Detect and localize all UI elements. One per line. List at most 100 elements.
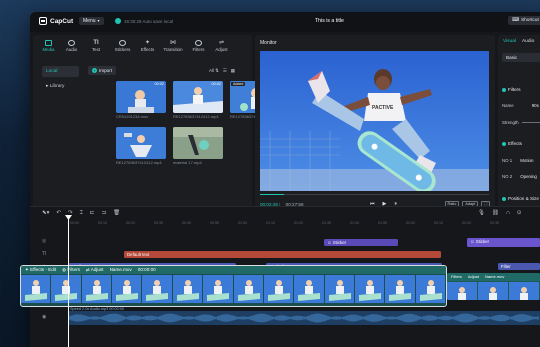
magnet-icon[interactable]: ∩ [506, 210, 510, 216]
clip-frame [21, 275, 51, 303]
media-thumb[interactable] [173, 127, 223, 159]
filters-icon [195, 40, 202, 46]
text-track-icon[interactable]: TI [42, 251, 46, 264]
tab-media[interactable]: Media [37, 40, 60, 52]
tab-label: Audio [65, 47, 78, 52]
ruler-tick: 02:10 [434, 221, 443, 225]
toggle-icon [502, 141, 506, 146]
clip-frame [112, 275, 142, 303]
ruler-tick: 02:30 [490, 221, 499, 225]
tab-visual[interactable]: Visual [503, 39, 516, 44]
tab-label: Media [42, 47, 55, 52]
media-filename: material 17.mp4 [173, 160, 202, 165]
menu-button[interactable]: Menu ▾ [79, 17, 104, 25]
media-thumb[interactable]: 00:02 [173, 81, 223, 113]
media-filename: RE12783637412412.mp4 [116, 160, 162, 165]
delete-icon[interactable]: 🗑 [113, 210, 120, 217]
effect-label: NO 1 [502, 158, 513, 163]
import-button[interactable]: + Import [88, 66, 117, 75]
tab-adjust[interactable]: ⇌ Adjust [210, 40, 233, 52]
media-thumb[interactable] [116, 127, 166, 159]
filters-section[interactable]: Filters [502, 87, 521, 92]
microphone-icon[interactable]: 🎙 [478, 210, 485, 216]
header-text: Filters [451, 274, 462, 279]
clip-frame [354, 275, 385, 303]
strength-label: Strength [502, 120, 519, 125]
main-video-clip[interactable]: ✦ Effects - Edit ◍ Filters ⇌ Adjust Name… [20, 265, 447, 307]
secondary-video-clip[interactable]: Filters Adjust Name.mov [447, 273, 540, 300]
header-text: Effects - Edit [30, 267, 57, 272]
link-icon[interactable]: ⛓ [492, 210, 499, 216]
shortcut-button[interactable]: ⌨ Shortcut [508, 16, 540, 25]
tab-effects[interactable]: ✦ Effects [136, 40, 159, 52]
effects-section-label: Effects [508, 141, 522, 146]
effect-value: Opening [520, 174, 537, 179]
chevron-down-icon: ▾ [97, 18, 100, 23]
strength-slider[interactable] [521, 122, 540, 124]
preview-scrubber[interactable] [260, 193, 489, 196]
effect-row[interactable]: NO 1 Motion [502, 158, 533, 163]
project-title[interactable]: This is a title [315, 18, 344, 24]
audio-waveform[interactable] [68, 311, 540, 325]
tab-transition[interactable]: ⋈ Transition [159, 40, 187, 52]
delete-right-icon[interactable]: ⊐ [102, 210, 107, 217]
tab-label: Filters [192, 47, 205, 52]
header-text: Name.mov [485, 274, 505, 279]
tab-audio-inspector[interactable]: Audio [522, 39, 534, 44]
video-preview[interactable]: PACTIVE [260, 51, 489, 191]
clip-label: Sticker [332, 240, 347, 245]
ruler-tick: 01:20 [294, 221, 303, 225]
delete-left-icon[interactable]: ⊏ [90, 210, 95, 217]
playhead[interactable] [68, 218, 69, 347]
clip-frame [142, 275, 172, 303]
name-label: Name [502, 103, 514, 108]
sticker-track-icon[interactable]: ◎ [42, 238, 46, 251]
split-icon[interactable]: ⌶ [80, 210, 83, 217]
preview-frame: PACTIVE [260, 51, 489, 191]
tab-audio[interactable]: Audio [60, 40, 83, 52]
ruler-tick: 00:10 [98, 221, 107, 225]
tab-stickers[interactable]: Stickers [109, 40, 136, 52]
clip-frame [294, 275, 324, 303]
text-clip[interactable]: Default text [124, 251, 441, 258]
grid-view-icon[interactable]: ▦ [231, 68, 235, 74]
app-name: CapCut [50, 17, 74, 25]
clip-frame [447, 282, 477, 300]
adjust-icon: ⇌ [218, 40, 225, 46]
header-text: Adjust [90, 267, 104, 272]
ruler-tick: 02:20 [462, 221, 471, 225]
name-row: Name 90s [502, 103, 539, 108]
media-filename: CR51201234.mov [116, 114, 149, 119]
position-size-section[interactable]: Position & Size [502, 196, 539, 201]
sticker-clip[interactable]: ☺ Sticker [467, 238, 540, 247]
monitor-title: Monitor [260, 40, 277, 46]
waveform-path [68, 313, 539, 323]
timeline-ruler[interactable]: 00:00 00:10 00:20 00:30 00:40 00:50 01:0… [70, 221, 540, 227]
effect-row[interactable]: NO 2 Opening [502, 174, 537, 179]
media-thumb[interactable]: 00:02 [116, 81, 166, 113]
nav-local[interactable]: Local [42, 66, 79, 77]
list-view-icon[interactable]: ☰ [223, 68, 227, 74]
zoom-icon[interactable]: ⊙ [517, 210, 522, 216]
select-tool-icon[interactable]: ⬉▾ [42, 210, 49, 217]
sticker-clip[interactable]: ☺ Sticker [324, 239, 398, 246]
ruler-tick: 00:50 [210, 221, 219, 225]
header-text: Adjust [467, 274, 480, 279]
tab-filters[interactable]: Filters [187, 40, 210, 52]
basic-button[interactable]: Basic [502, 53, 540, 62]
filter-all[interactable]: All ⇅ [209, 68, 219, 74]
name-value[interactable]: 90s [532, 103, 539, 108]
effect-value: Motion [520, 158, 534, 163]
tab-text[interactable]: TI Text [83, 40, 109, 52]
clip-name: Name.mov [109, 267, 132, 272]
nav-library[interactable]: ▸ Library [42, 81, 79, 92]
toggle-icon [502, 87, 506, 92]
undo-icon[interactable]: ↶ [56, 210, 61, 217]
clip-label: Sticker [475, 239, 490, 244]
clip-label: Default text [127, 252, 150, 257]
clip-frames [21, 275, 446, 305]
effects-section[interactable]: Effects [502, 141, 522, 146]
adjust-label: ⇌ Adjust [86, 267, 104, 273]
volume-icon[interactable]: ◉ [42, 314, 46, 327]
filter-clip[interactable]: Filter [498, 263, 540, 270]
